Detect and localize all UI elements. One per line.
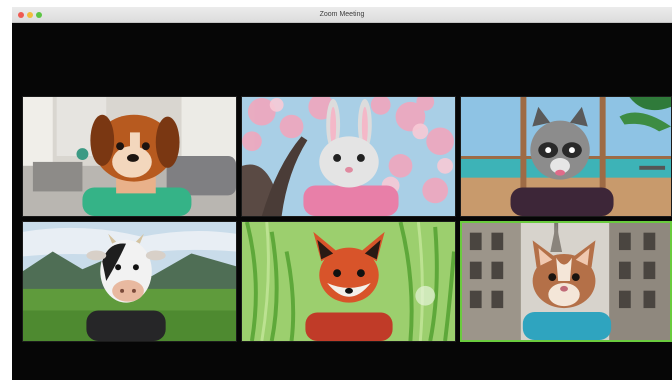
bunny-avatar-video <box>242 97 455 216</box>
title-bar[interactable]: Zoom Meeting <box>12 7 672 23</box>
participant-tile-bunny[interactable] <box>241 96 456 217</box>
window-title: Zoom Meeting <box>319 11 365 18</box>
zoom-meeting-window: Zoom Meeting <box>12 7 672 380</box>
participant-tile-dog[interactable] <box>22 96 237 217</box>
fox-avatar-video <box>242 222 455 341</box>
participant-tile-cat[interactable] <box>460 221 672 342</box>
cat-avatar-video <box>462 223 670 340</box>
dog-avatar-video <box>23 97 236 216</box>
participant-tile-fox[interactable] <box>241 221 456 342</box>
gallery-view <box>22 96 672 345</box>
cow-avatar-video <box>23 222 236 341</box>
raccoon-avatar-video <box>461 97 671 216</box>
participant-tile-raccoon[interactable] <box>460 96 672 217</box>
participant-tile-cow[interactable] <box>22 221 237 342</box>
